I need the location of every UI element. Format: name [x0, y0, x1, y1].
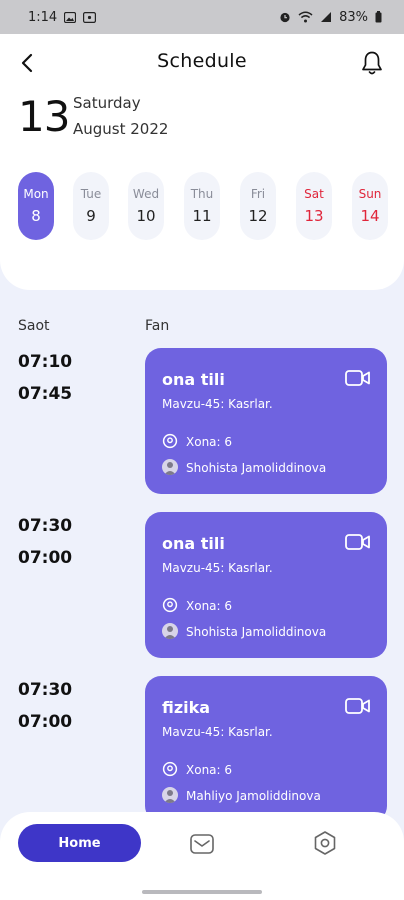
lesson-topic: Mavzu-45: Kasrlar. — [162, 561, 273, 575]
status-time: 1:14 — [28, 9, 58, 25]
lesson-subject: ona tili — [162, 534, 225, 553]
lesson-start-time: 07:10 — [18, 352, 73, 372]
location-pin-icon — [162, 761, 178, 777]
day-chip-wed[interactable]: Wed 10 — [128, 172, 164, 240]
video-call-icon[interactable] — [345, 533, 371, 551]
lesson-room: Xona: 6 — [186, 435, 233, 449]
day-name: Tue — [80, 187, 102, 201]
day-number: 10 — [136, 207, 156, 225]
video-call-icon[interactable] — [345, 369, 371, 387]
lesson-card[interactable]: ona tili Mavzu-45: Kasrlar. Xona: 6 Shoh… — [145, 512, 387, 658]
bottom-navigation: Home — [0, 812, 404, 900]
day-number: 8 — [31, 207, 41, 225]
teacher-avatar — [162, 623, 178, 639]
lesson-start-time: 07:30 — [18, 516, 73, 536]
lesson-topic: Mavzu-45: Kasrlar. — [162, 397, 273, 411]
settings-icon[interactable] — [312, 830, 338, 856]
cast-icon — [83, 11, 97, 23]
day-name: Wed — [132, 187, 160, 201]
lesson-room: Xona: 6 — [186, 599, 233, 613]
lesson-end-time: 07:45 — [18, 384, 73, 404]
day-chip-thu[interactable]: Thu 11 — [184, 172, 220, 240]
day-chip-fri[interactable]: Fri 12 — [240, 172, 276, 240]
mail-icon[interactable] — [189, 832, 215, 856]
week-strip: Mon 8 Tue 9 Wed 10 Thu 11 Fri 12 Sat 13 … — [18, 172, 404, 242]
day-name: Fri — [250, 187, 266, 201]
day-chip-sun[interactable]: Sun 14 — [352, 172, 388, 240]
day-name: Sun — [358, 187, 382, 201]
schedule-header-card: Schedule 13 Saturday August 2022 Mon 8 T… — [0, 34, 404, 290]
app-header: Schedule — [0, 48, 404, 78]
location-pin-icon — [162, 597, 178, 613]
lesson-start-time: 07:30 — [18, 680, 73, 700]
teacher-avatar — [162, 459, 178, 475]
day-name: Sat — [304, 187, 324, 201]
selected-month-year: August 2022 — [73, 120, 169, 138]
day-number: 14 — [360, 207, 380, 225]
lesson-end-time: 07:00 — [18, 548, 73, 568]
lesson-card[interactable]: ona tili Mavzu-45: Kasrlar. Xona: 6 Shoh… — [145, 348, 387, 494]
page-title: Schedule — [157, 50, 247, 72]
bell-icon — [362, 51, 382, 75]
image-icon — [64, 11, 77, 23]
selected-weekday: Saturday — [73, 94, 141, 112]
day-name: Thu — [190, 187, 214, 201]
alarm-icon — [280, 12, 290, 23]
lesson-end-time: 07:00 — [18, 712, 73, 732]
selected-day-number: 13 — [18, 92, 70, 141]
teacher-name: Shohista Jamoliddinova — [186, 625, 327, 639]
day-number: 9 — [86, 207, 96, 225]
day-chip-tue[interactable]: Tue 9 — [73, 172, 109, 240]
video-call-icon[interactable] — [345, 697, 371, 715]
home-indicator — [142, 890, 262, 894]
status-bar: 1:14 83% — [0, 0, 404, 34]
day-chip-sat[interactable]: Sat 13 — [296, 172, 332, 240]
teacher-avatar — [162, 787, 178, 803]
teacher-name: Mahliyo Jamoliddinova — [186, 789, 321, 803]
teacher-name: Shohista Jamoliddinova — [186, 461, 327, 475]
lesson-subject: ona tili — [162, 370, 225, 389]
location-pin-icon — [162, 433, 178, 449]
signal-icon — [321, 12, 332, 22]
lesson-topic: Mavzu-45: Kasrlar. — [162, 725, 273, 739]
lesson-room: Xona: 6 — [186, 763, 233, 777]
home-button[interactable]: Home — [18, 824, 141, 862]
battery-percent: 83% — [339, 9, 368, 25]
day-number: 12 — [248, 207, 268, 225]
time-column-header: Saot — [18, 318, 50, 334]
lesson-subject: fizika — [162, 698, 211, 717]
day-chip-mon[interactable]: Mon 8 — [18, 172, 54, 240]
subject-column-header: Fan — [145, 318, 170, 334]
day-number: 11 — [192, 207, 212, 225]
lesson-card[interactable]: fizika Mavzu-45: Kasrlar. Xona: 6 Mahliy… — [145, 676, 387, 822]
notifications-button[interactable] — [358, 48, 386, 78]
day-number: 13 — [304, 207, 324, 225]
battery-icon — [375, 11, 382, 23]
wifi-icon — [298, 11, 313, 23]
day-name: Mon — [23, 187, 49, 201]
